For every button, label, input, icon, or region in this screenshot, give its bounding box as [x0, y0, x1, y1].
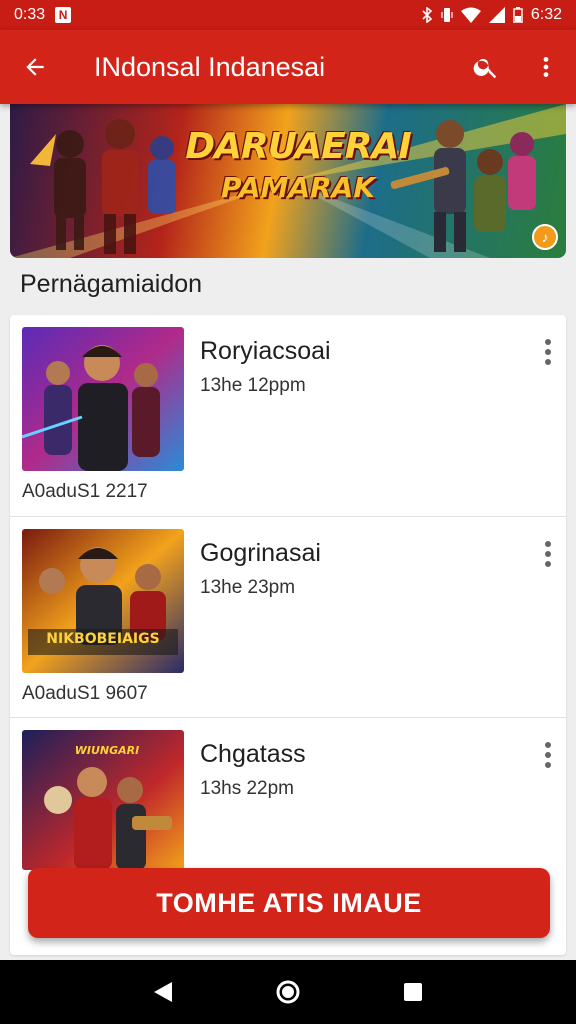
nav-recents-icon — [404, 983, 423, 1001]
arrow-left-icon — [26, 58, 44, 76]
item-time: 13he 23pm — [200, 577, 296, 598]
banner-title-line2: PAMARAK — [220, 171, 376, 204]
notification-icon: N — [55, 7, 72, 23]
list-item[interactable]: Roryiacsoai 13he 12ppm A0aduS1 2217 — [10, 315, 566, 515]
more-vert-icon — [545, 339, 551, 365]
video-list: Roryiacsoai 13he 12ppm A0aduS1 2217 NIKB… — [10, 315, 566, 955]
status-time: 0:33 — [14, 6, 46, 23]
more-vert-icon — [545, 541, 551, 567]
section-title: Pernägamiaidon — [20, 270, 203, 298]
item-thumbnail[interactable]: NIKBOBEIAIGS — [22, 529, 184, 673]
item-menu-button[interactable] — [534, 537, 562, 571]
item-title: Chgatass — [200, 740, 306, 768]
item-time: 13he 12ppm — [200, 375, 306, 396]
thumbnail-caption: WIUNGARI — [74, 744, 140, 757]
nav-recents-button[interactable] — [383, 962, 443, 1022]
more-vert-icon — [545, 742, 551, 768]
status-bar: 0:33 N 6:32 — [0, 0, 576, 30]
system-nav-bar — [0, 960, 576, 1024]
featured-banner[interactable]: DARUAERAI PAMARAK ♪ — [10, 104, 566, 258]
item-menu-button[interactable] — [534, 738, 562, 772]
app-bar: INdonsal Indanesai — [0, 30, 576, 104]
item-meta: A0aduS1 9607 — [22, 683, 148, 704]
item-menu-button[interactable] — [534, 335, 562, 369]
banner-title: DARUAERAI PAMARAK — [178, 126, 418, 204]
thumbnail-caption: NIKBOBEIAIGS — [46, 631, 160, 647]
nav-back-button[interactable] — [133, 962, 193, 1022]
vibrate-icon — [441, 8, 453, 22]
audio-badge-icon[interactable]: ♪ — [532, 224, 558, 250]
wifi-icon — [460, 7, 481, 23]
search-icon — [473, 58, 497, 79]
status-clock: 6:32 — [530, 6, 562, 23]
bluetooth-icon — [422, 7, 433, 23]
item-thumbnail[interactable] — [22, 327, 184, 471]
battery-icon — [513, 7, 523, 23]
item-meta: A0aduS1 2217 — [22, 481, 148, 502]
nav-home-button[interactable] — [258, 962, 318, 1022]
item-time: 13hs 22pm — [200, 778, 295, 799]
item-thumbnail[interactable]: WIUNGARI — [22, 730, 184, 870]
back-button[interactable] — [0, 30, 70, 104]
more-vert-icon — [543, 57, 549, 77]
nav-home-icon — [276, 980, 300, 1004]
banner-title-line1: DARUAERAI — [185, 126, 412, 167]
signal-icon — [488, 7, 505, 23]
overflow-menu-button[interactable] — [516, 30, 576, 104]
list-item[interactable]: NIKBOBEIAIGS Gogrinasai 13he 23pm A0aduS… — [10, 517, 566, 717]
page-title: INdonsal Indanesai — [94, 51, 326, 82]
nav-back-icon — [153, 982, 172, 1002]
primary-action-button[interactable]: TOMHE ATIS IMAUE — [28, 868, 550, 938]
item-title: Roryiacsoai — [200, 337, 331, 365]
search-button[interactable] — [456, 30, 516, 104]
item-title: Gogrinasai — [200, 539, 321, 567]
